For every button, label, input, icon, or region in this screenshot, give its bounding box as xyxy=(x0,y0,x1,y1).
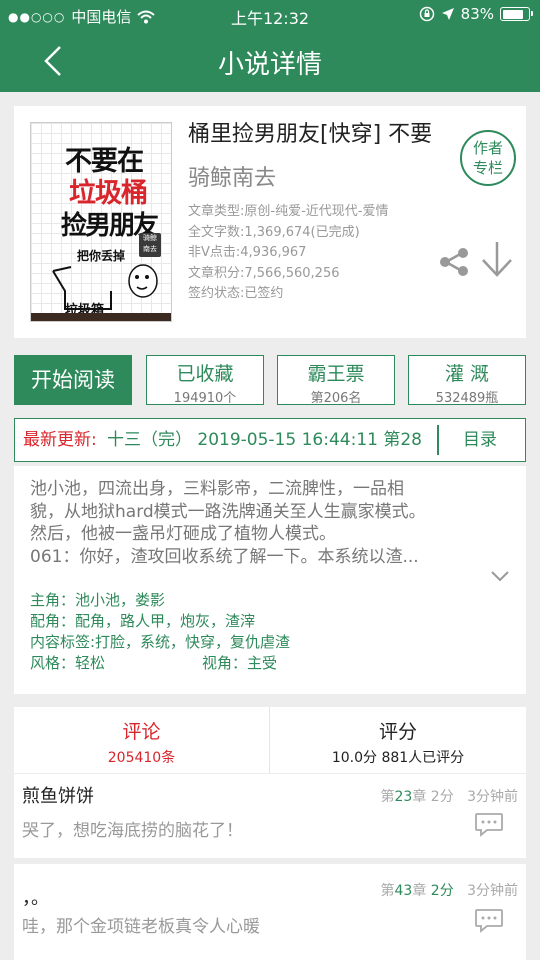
latest-update-label: 最新更新: xyxy=(23,430,97,450)
comment-item[interactable]: ，。 第43章 2分 3分钟前 哇，那个金项链老板真令人心暖 xyxy=(14,864,526,960)
comment-user: 煎鱼饼饼 xyxy=(22,786,94,807)
collected-button[interactable]: 已收藏 194910个 xyxy=(146,355,264,406)
ticket-button[interactable]: 霸王票 第206名 xyxy=(277,355,395,406)
tab-reviews[interactable]: 评论 205410条 xyxy=(14,707,270,773)
synopsis-line: 池小池，四流出身，三料影帝，二流脾性，一品相 xyxy=(30,479,404,499)
synopsis-section: 池小池，四流出身，三料影帝，二流脾性，一品相 貌，从地狱hard模式一路洗牌通关… xyxy=(14,466,526,694)
author-column-line2: 专栏 xyxy=(472,159,503,177)
latest-update-content[interactable]: 十三（完） 2019-05-15 16:44:11 第28 xyxy=(107,419,437,461)
meta-score: 文章积分:7,566,560,256 xyxy=(188,265,340,281)
tab-rating[interactable]: 评分 10.0分 881人已评分 xyxy=(270,707,526,773)
location-icon xyxy=(441,8,454,20)
book-title: 桶里捡男朋友[快穿] 不要 xyxy=(188,122,433,147)
chapter-suffix: 章 xyxy=(412,883,427,899)
chapter-number: 23 xyxy=(394,789,413,805)
ticket-rank: 第206名 xyxy=(310,391,362,406)
comment-time: 3分钟前 xyxy=(467,883,518,899)
comment-item[interactable]: 煎鱼饼饼 第23章 2分 3分钟前 哭了，想吃海底捞的脑花了！ xyxy=(14,774,526,858)
book-info-card: 不要在 垃圾桶 捡男朋友 骑鲸 南去 把你丢掉 垃圾箱 桶里捡男朋友[快穿] 不要… xyxy=(14,106,526,338)
book-cover[interactable]: 不要在 垃圾桶 捡男朋友 骑鲸 南去 把你丢掉 垃圾箱 xyxy=(30,122,172,322)
comment-score: 2分 xyxy=(430,883,454,899)
protagonist: 主角：池小池，娄影 xyxy=(30,591,166,609)
synopsis-line: 061：你好，渣攻回收系统了解一下。本系统以渣... xyxy=(30,546,419,567)
tab-reviews-count: 205410条 xyxy=(107,750,176,766)
synopsis-line: 然后，他被一盏吊灯砸成了植物人模式。 xyxy=(30,524,336,545)
collected-label: 已收藏 xyxy=(176,363,234,385)
reply-icon[interactable] xyxy=(474,812,504,838)
author-column-line1: 作者 xyxy=(472,139,503,157)
download-icon[interactable] xyxy=(480,240,514,280)
comment-text: 哇，那个金项链老板真令人心暖 xyxy=(22,917,260,937)
comments-header: 评论 205410条 评分 10.0分 881人已评分 xyxy=(14,707,526,773)
book-author[interactable]: 骑鲸南去 xyxy=(188,160,276,192)
chapter-suffix: 章 xyxy=(412,789,427,805)
battery-percent: 83% xyxy=(460,5,494,23)
comment-info: 第43章 2分 3分钟前 xyxy=(381,880,518,900)
latest-update-bar: 最新更新: 十三（完） 2019-05-15 16:44:11 第28 目录 xyxy=(14,418,526,462)
page-title: 小说详情 xyxy=(217,50,322,80)
share-icon[interactable] xyxy=(438,246,470,278)
water-count: 532489瓶 xyxy=(435,391,499,406)
water-label: 灌 溉 xyxy=(444,363,490,385)
synopsis-text[interactable]: 池小池，四流出身，三料影帝，二流脾性，一品相 貌，从地狱hard模式一路洗牌通关… xyxy=(30,478,500,568)
book-meta: 文章类型:原创-纯爱-近代现代-爱情 全文字数:1,369,674(已完成) 非… xyxy=(188,202,388,305)
style-tag: 风格：轻松 xyxy=(30,654,106,672)
update-divider xyxy=(437,425,439,455)
battery-icon xyxy=(500,7,533,21)
content-tags: 内容标签:打脸，系统，快穿，复仇虐渣 xyxy=(30,633,291,651)
book-tags: 主角：池小池，娄影 配角：配角，路人甲，炮灰，渣滓 内容标签:打脸，系统，快穿，… xyxy=(30,590,290,674)
cover-seal: 骑鲸 南去 xyxy=(139,233,161,257)
cover-bottom-strip xyxy=(31,313,171,321)
status-bar: ●●○○○ 中国电信 上午12:32 83% xyxy=(0,0,540,30)
chevron-down-icon[interactable] xyxy=(490,570,510,582)
tab-rating-value: 10.0分 881人已评分 xyxy=(331,750,465,766)
chapter-prefix: 第 xyxy=(380,883,395,899)
comment-text: 哭了，想吃海底捞的脑花了！ xyxy=(22,821,243,841)
start-reading-button[interactable]: 开始阅读 xyxy=(14,355,132,405)
meta-type: 文章类型:原创-纯爱-近代现代-爱情 xyxy=(188,204,389,219)
rotation-lock-icon xyxy=(419,6,434,22)
comment-user: ，。 xyxy=(22,888,49,909)
pov-tag: 视角：主受 xyxy=(202,654,278,672)
collected-count: 194910个 xyxy=(173,391,237,406)
chapter-prefix: 第 xyxy=(380,789,395,805)
ticket-label: 霸王票 xyxy=(307,363,365,385)
supporting-roles: 配角：配角，路人甲，炮灰，渣滓 xyxy=(30,612,256,630)
author-column-button[interactable]: 作者 专栏 xyxy=(460,130,516,186)
comment-score: 2分 xyxy=(430,789,454,805)
meta-sign-status: 签约状态:已签约 xyxy=(188,286,284,301)
reply-icon[interactable] xyxy=(474,908,504,934)
nav-bar: 小说详情 xyxy=(0,30,540,92)
catalog-button[interactable]: 目录 xyxy=(463,419,497,461)
meta-clicks: 非V点击:4,936,967 xyxy=(188,245,307,260)
synopsis-line: 貌，从地狱hard模式一路洗牌通关至人生赢家模式。 xyxy=(30,501,426,522)
meta-word-count: 全文字数:1,369,674(已完成) xyxy=(188,224,360,240)
comment-time: 3分钟前 xyxy=(467,789,518,805)
chapter-number: 43 xyxy=(394,883,413,899)
comment-info: 第23章 2分 3分钟前 xyxy=(381,786,518,806)
water-button[interactable]: 灌 溉 532489瓶 xyxy=(408,355,526,406)
tab-rating-label: 评分 xyxy=(378,721,417,743)
tab-reviews-label: 评论 xyxy=(122,721,161,743)
